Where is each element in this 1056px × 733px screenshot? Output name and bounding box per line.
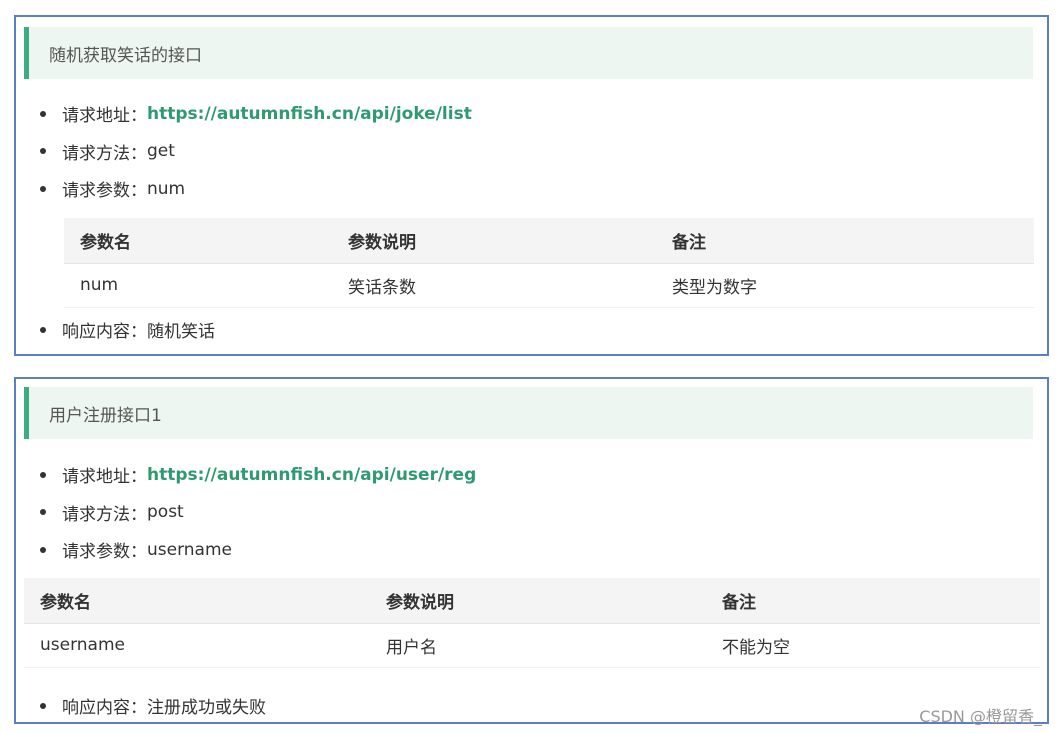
list-item-response: 响应内容： 注册成功或失败 [40,687,266,725]
cell-param-desc: 笑话条数 [332,263,656,308]
bullet-icon [40,148,46,155]
bullet-icon [40,326,46,333]
list-item-url: 请求地址： https://autumnfish.cn/api/joke/list [40,95,472,133]
response-list: 响应内容： 随机笑话 [40,311,215,349]
api-url-link[interactable]: https://autumnfish.cn/api/joke/list [147,104,472,124]
url-label: 请求地址： [62,106,147,127]
list-item-response: 响应内容： 随机笑话 [40,311,215,349]
header-param-name: 参数名 [64,218,332,264]
list-item-url: 请求地址： https://autumnfish.cn/api/user/reg [40,456,476,494]
url-label: 请求地址： [62,467,147,488]
cell-param-desc: 用户名 [370,623,706,668]
table-header-row: 参数名 参数说明 备注 [64,218,1034,264]
response-value: 随机笑话 [147,322,215,343]
bullet-icon [40,185,46,192]
header-param-note: 备注 [656,218,1034,264]
section-title-text: 用户注册接口1 [49,405,162,426]
request-info-list: 请求地址： https://autumnfish.cn/api/joke/list… [40,95,472,208]
table-row: username 用户名 不能为空 [24,623,1040,668]
header-param-note: 备注 [706,578,1040,624]
cell-param-name: username [24,623,370,668]
table-header-row: 参数名 参数说明 备注 [24,578,1040,624]
cell-param-note: 不能为空 [706,623,1040,668]
params-label: 请求参数： [62,181,147,202]
bullet-icon [40,702,46,709]
method-label: 请求方法： [62,143,147,164]
response-list: 响应内容： 注册成功或失败 [40,687,266,725]
params-table: 参数名 参数说明 备注 num 笑话条数 类型为数字 [64,218,1034,308]
header-param-name: 参数名 [24,578,370,624]
response-label: 响应内容： [62,322,147,343]
section-title-text: 随机获取笑话的接口 [49,45,202,66]
params-table: 参数名 参数说明 备注 username 用户名 不能为空 [24,578,1040,668]
list-item-method: 请求方法： get [40,133,472,171]
params-value: username [147,539,232,560]
method-value: post [147,502,184,523]
section-title: 用户注册接口1 [24,387,1033,439]
bullet-icon [40,471,46,478]
list-item-method: 请求方法： post [40,494,476,532]
watermark: CSDN @橙留香_ [919,707,1042,726]
bullet-icon [40,509,46,516]
api-panel-joke: 随机获取笑话的接口 请求地址： https://autumnfish.cn/api… [14,15,1049,356]
list-item-params: 请求参数： num [40,170,472,208]
params-value: num [147,178,186,199]
method-value: get [147,141,175,162]
api-url-link[interactable]: https://autumnfish.cn/api/user/reg [147,465,476,485]
table-row: num 笑话条数 类型为数字 [64,263,1034,308]
header-param-desc: 参数说明 [370,578,706,624]
list-item-params: 请求参数： username [40,531,476,569]
cell-param-name: num [64,263,332,308]
params-label: 请求参数： [62,542,147,563]
header-param-desc: 参数说明 [332,218,656,264]
bullet-icon [40,546,46,553]
response-label: 响应内容： [62,698,147,719]
api-panel-register: 用户注册接口1 请求地址： https://autumnfish.cn/api/u… [14,377,1049,724]
section-title: 随机获取笑话的接口 [24,27,1033,79]
response-value: 注册成功或失败 [147,698,266,719]
method-label: 请求方法： [62,504,147,525]
bullet-icon [40,110,46,117]
cell-param-note: 类型为数字 [656,263,1034,308]
request-info-list: 请求地址： https://autumnfish.cn/api/user/reg … [40,456,476,569]
